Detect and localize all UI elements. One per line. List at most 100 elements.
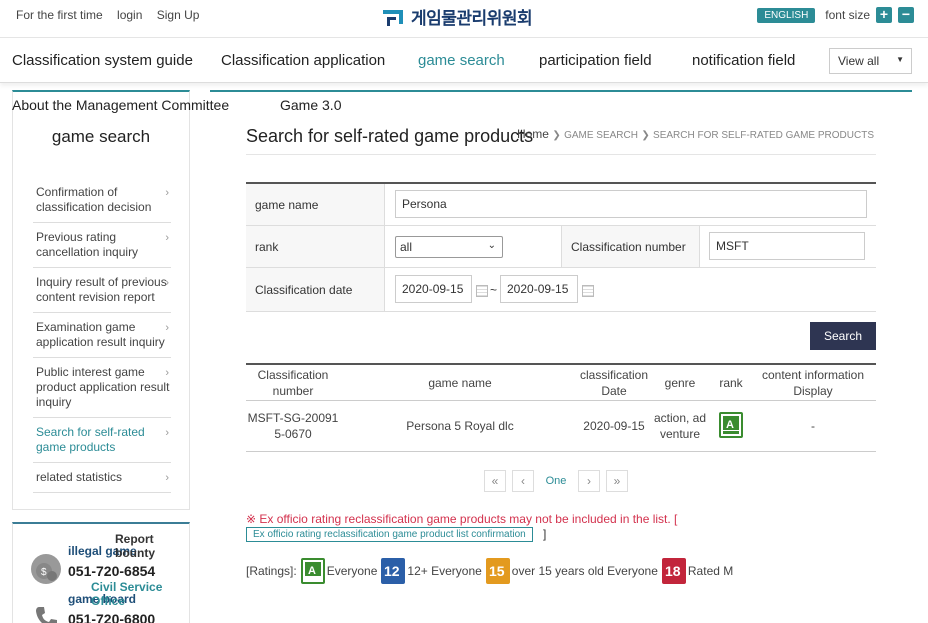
signup-link[interactable]: Sign Up xyxy=(157,8,200,22)
rating-everyone-label: Everyone xyxy=(326,564,378,578)
nav-game-search[interactable]: game search xyxy=(418,52,505,69)
top-bar: For the first time login Sign Up 게임물관리위원… xyxy=(0,0,928,34)
table-row[interactable]: MSFT-SG-20091 5-0670 Persona 5 Royal dlc… xyxy=(246,401,876,452)
font-decrease-button[interactable]: − xyxy=(898,7,914,23)
side-nav-item-label: Confirmation of classification decision xyxy=(36,185,152,214)
logo-mark-icon xyxy=(383,8,407,26)
classification-number-label: Classification number xyxy=(561,226,700,267)
side-nav-title: game search xyxy=(51,127,151,146)
side-nav-item-label: Previous rating cancellation inquiry xyxy=(36,230,139,259)
side-nav-item[interactable]: related statistics › xyxy=(33,463,171,493)
date-range-separator: ~ xyxy=(490,283,498,297)
chevron-right-icon: › xyxy=(165,232,169,244)
nav-participation-field[interactable]: participation field xyxy=(539,52,652,69)
previous-page-button[interactable]: ‹ xyxy=(512,470,534,492)
cell-genre-line: action, ad xyxy=(653,411,707,425)
reclassification-notice: ※ Ex officio rating reclassification gam… xyxy=(246,512,678,526)
rating-all-icon: A xyxy=(300,558,325,584)
breadcrumb-level1[interactable]: GAME SEARCH xyxy=(564,130,638,141)
breadcrumb: Home ❯ GAME SEARCH ❯ SEARCH FOR SELF-RAT… xyxy=(517,127,874,141)
search-button[interactable]: Search xyxy=(810,322,876,350)
current-page[interactable]: One xyxy=(540,475,572,487)
notice-bracket-close: ] xyxy=(543,527,547,541)
contact-phone[interactable]: 051-720-6800 xyxy=(68,611,155,623)
rating-12-label: 12+ Everyone xyxy=(407,564,482,578)
last-page-button[interactable]: » xyxy=(606,470,628,492)
side-nav-item-label: Public interest game product application… xyxy=(36,365,170,409)
money-bag-icon: $ xyxy=(31,554,61,584)
calendar-icon[interactable] xyxy=(582,285,594,297)
classification-number-input[interactable]: MSFT xyxy=(709,232,865,260)
side-nav-item[interactable]: Previous rating cancellation inquiry › xyxy=(33,223,171,268)
rating-18-label: Rated M xyxy=(687,564,734,578)
chevron-right-icon: › xyxy=(165,472,169,484)
cell-classification-number: MSFT-SG-20091 5-0670 xyxy=(246,410,340,442)
svg-text:A: A xyxy=(726,419,734,431)
header-classification-date: classification Date xyxy=(579,368,649,398)
cell-classification-date: 2020-09-15 xyxy=(583,419,645,433)
side-nav-item[interactable]: Examination game application result inqu… xyxy=(33,313,171,358)
caret-down-icon: ▼ xyxy=(896,55,904,64)
rank-select[interactable]: all ⌄ xyxy=(395,236,503,258)
side-nav-item-label: Search for self-rated game products xyxy=(36,425,145,454)
side-nav-item[interactable]: Inquiry result of previous content revis… xyxy=(33,268,171,313)
view-all-dropdown[interactable]: View all ▼ xyxy=(829,48,912,74)
breadcrumb-separator-icon: ❯ xyxy=(552,130,561,141)
main-content: Search for self-rated game products Home… xyxy=(210,90,912,623)
breadcrumb-home[interactable]: Home xyxy=(517,127,549,141)
rank-label: rank xyxy=(246,226,385,267)
chevron-right-icon: › xyxy=(165,427,169,439)
calendar-icon[interactable] xyxy=(476,285,488,297)
cell-game-name[interactable]: Persona 5 Royal dlc xyxy=(380,418,540,434)
game-name-input[interactable]: Persona xyxy=(395,190,867,218)
game-name-label: game name xyxy=(246,184,385,225)
chevron-right-icon: › xyxy=(165,322,169,334)
side-nav-item-label: related statistics xyxy=(36,470,123,484)
english-button[interactable]: ENGLISH xyxy=(757,7,816,23)
first-time-link[interactable]: For the first time xyxy=(16,8,103,22)
main-navigation: Classification system guide Classificati… xyxy=(0,37,928,83)
side-nav-list: Confirmation of classification decision ›… xyxy=(33,178,171,493)
side-nav-item[interactable]: Public interest game product application… xyxy=(33,358,171,418)
svg-text:$: $ xyxy=(41,567,47,578)
font-increase-button[interactable]: + xyxy=(876,7,892,23)
font-size-label: font size xyxy=(825,8,870,22)
chevron-right-icon: › xyxy=(165,277,169,289)
top-right-tools: ENGLISH font size + − xyxy=(757,7,914,23)
phone-icon xyxy=(31,602,61,623)
view-all-label: View all xyxy=(838,54,880,68)
site-logo[interactable]: 게임물관리위원회 xyxy=(383,4,533,29)
page-title: Search for self-rated game products xyxy=(246,126,534,146)
svg-text:A: A xyxy=(308,565,316,577)
side-nav-item[interactable]: Confirmation of classification decision › xyxy=(33,178,171,223)
date-to-input[interactable]: 2020-09-15 xyxy=(500,275,578,303)
header-genre: genre xyxy=(664,376,696,390)
reclassification-list-link[interactable]: Ex officio rating reclassification game … xyxy=(246,527,533,542)
cell-genre: action, ad venture xyxy=(652,410,708,442)
contact-box: $ illegal game Report bounty 051-720-685… xyxy=(12,522,190,623)
rating-15-icon: 15 xyxy=(485,558,510,584)
rating-15-label: over 15 years old Everyone xyxy=(511,564,658,578)
date-from-input[interactable]: 2020-09-15 xyxy=(395,275,472,303)
side-navigation: game search Confirmation of classificati… xyxy=(12,90,190,510)
results-table: Classification number game name classifi… xyxy=(246,363,876,452)
ratings-legend: [Ratings]: A Everyone 12 12+ Everyone 15… xyxy=(246,558,735,584)
table-header: Classification number game name classifi… xyxy=(246,365,876,401)
classification-date-label: Classification date xyxy=(246,268,385,311)
breadcrumb-level2: SEARCH FOR SELF-RATED GAME PRODUCTS xyxy=(653,130,874,141)
rating-all-icon: A xyxy=(719,412,743,438)
first-page-button[interactable]: « xyxy=(484,470,506,492)
contact-game-board: game board Civil Service Office 051-720-… xyxy=(31,580,181,623)
cell-number-line: MSFT-SG-20091 xyxy=(247,411,339,425)
nav-classification-application[interactable]: Classification application xyxy=(221,52,385,69)
next-page-button[interactable]: › xyxy=(578,470,600,492)
nav-notification-field[interactable]: notification field xyxy=(692,52,795,69)
nav-classification-guide[interactable]: Classification system guide xyxy=(12,52,193,69)
svg-text:18: 18 xyxy=(665,563,681,579)
side-nav-item-active[interactable]: Search for self-rated game products › xyxy=(33,418,171,463)
contact-phone[interactable]: 051-720-6854 xyxy=(68,563,155,579)
pagination: « ‹ One › » xyxy=(484,470,628,492)
form-row-rank: rank all ⌄ Classification number MSFT xyxy=(246,226,876,268)
login-link[interactable]: login xyxy=(117,8,142,22)
subnav-management-committee[interactable]: About the Management Committee xyxy=(12,97,229,113)
